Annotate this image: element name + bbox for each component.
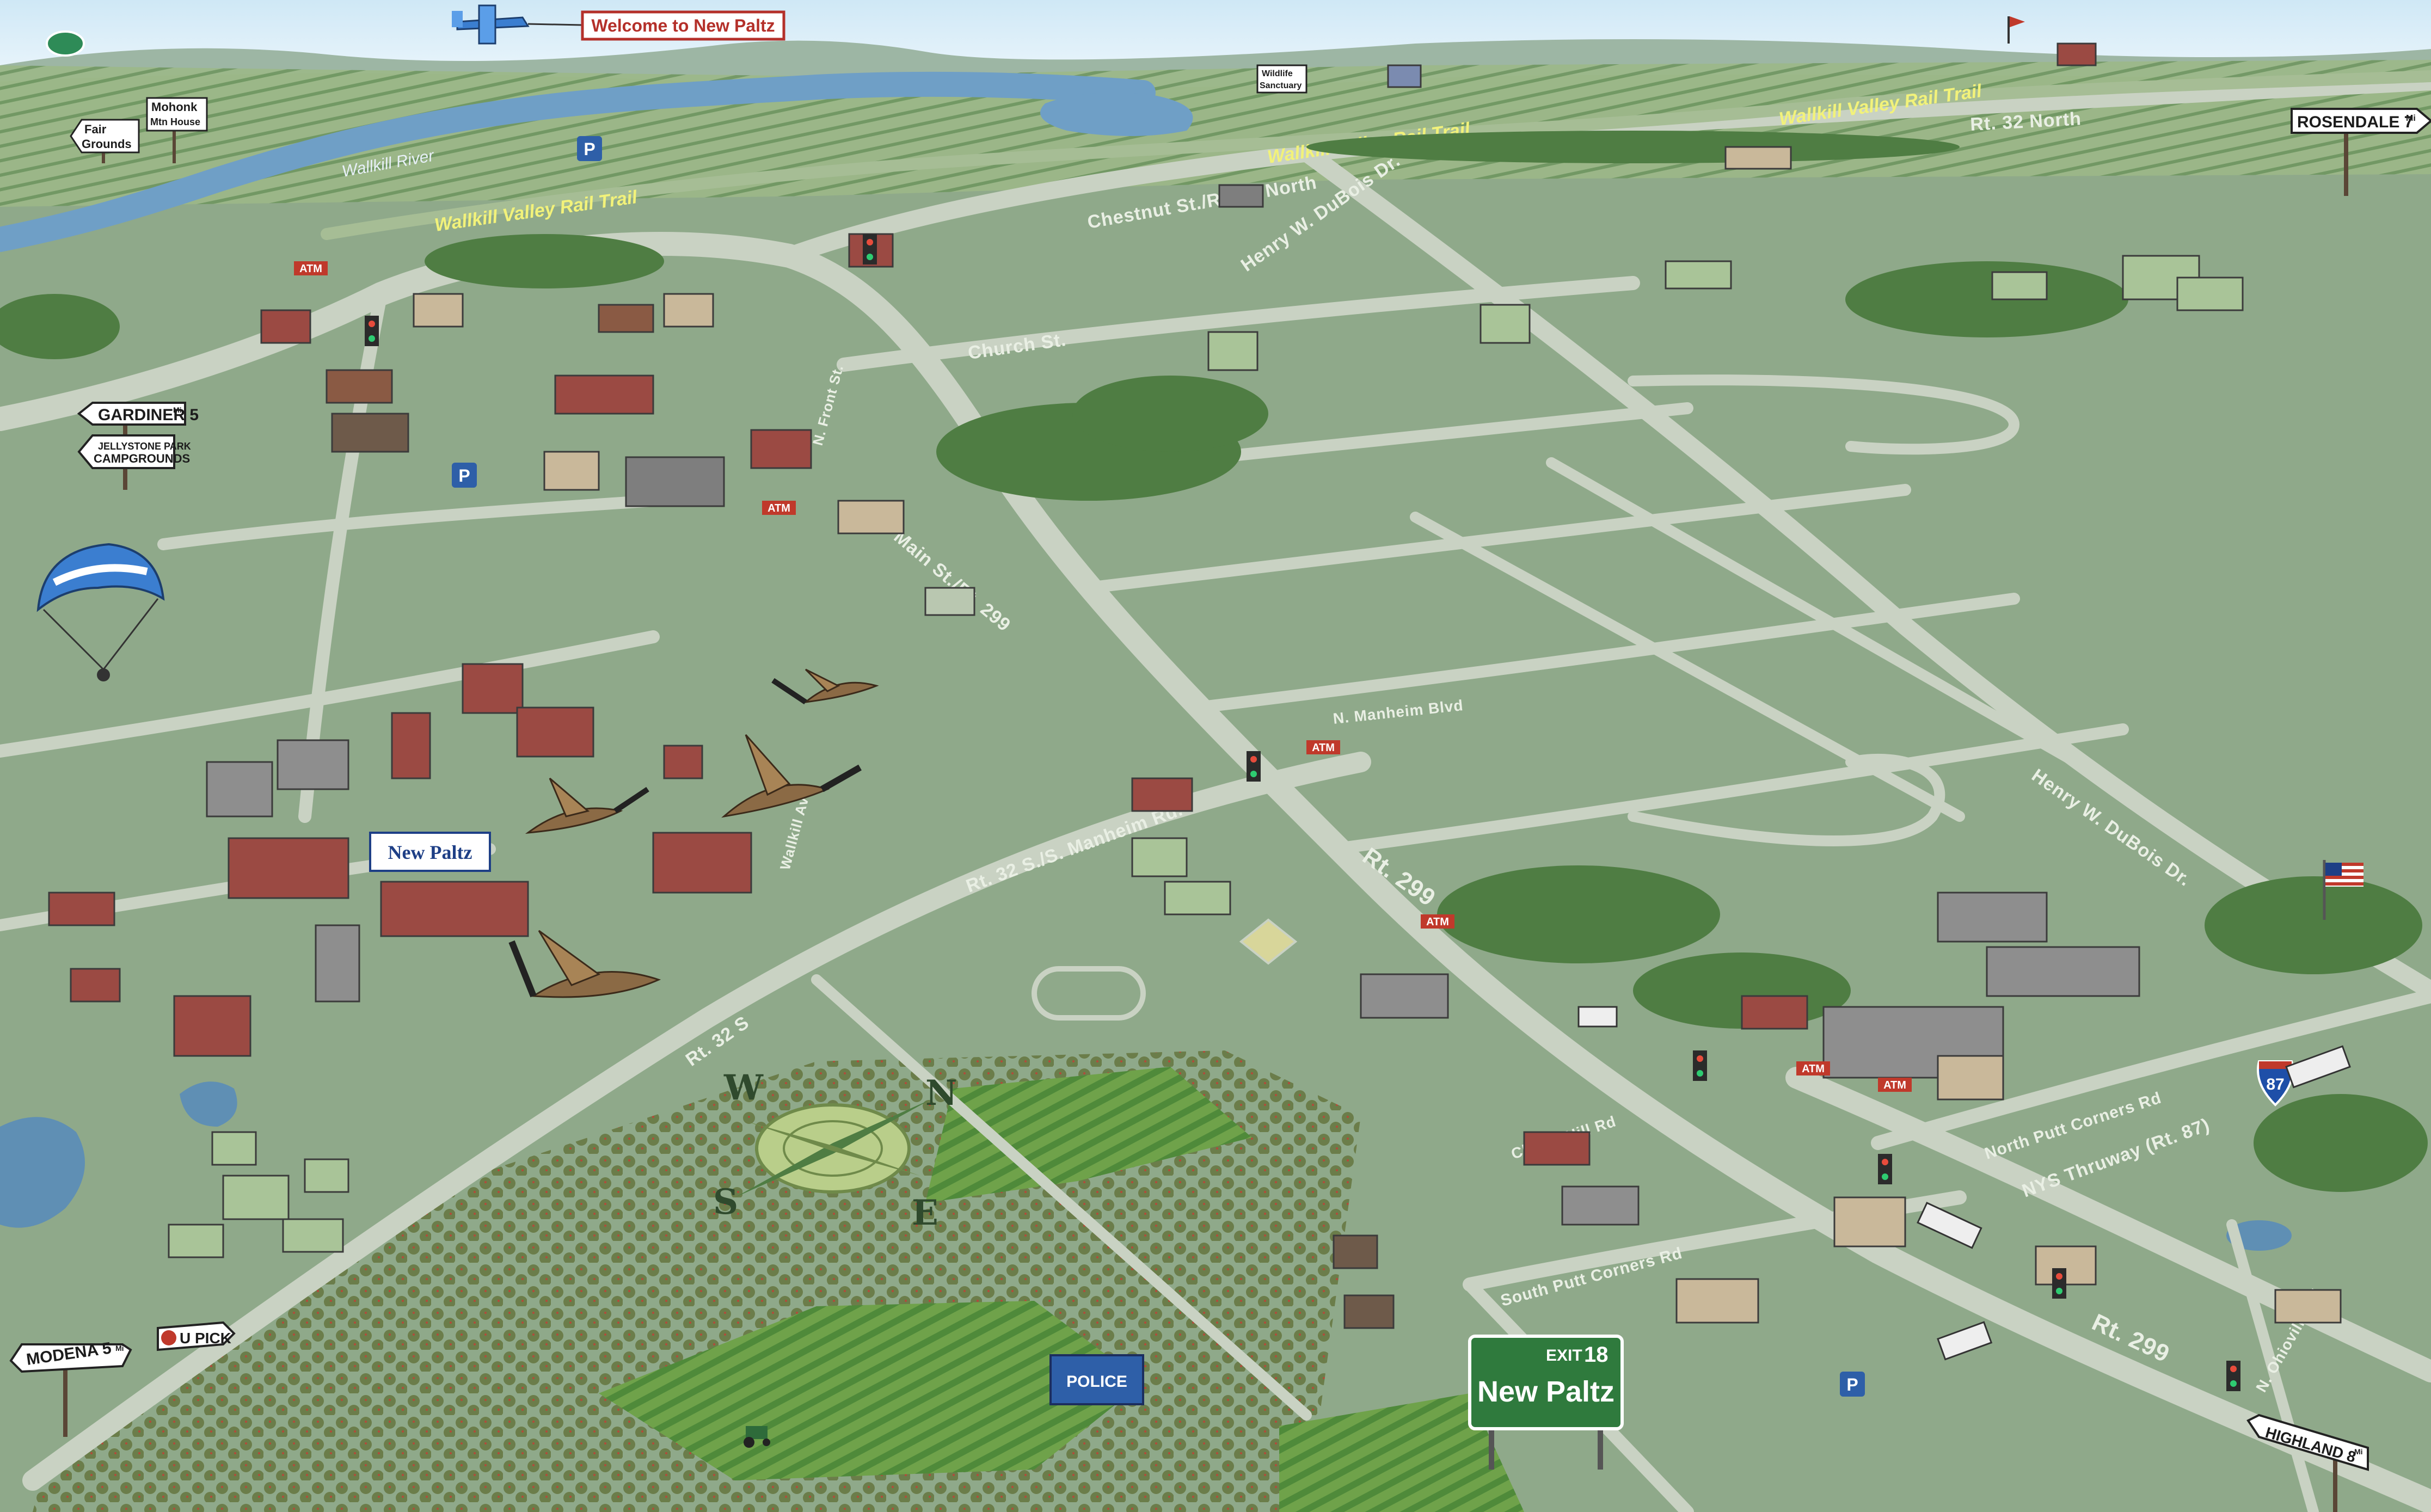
traffic-light-icon	[1878, 1154, 1892, 1184]
svg-text:ATM: ATM	[1312, 742, 1335, 754]
sign-rosendale-unit: Mi	[2406, 114, 2416, 123]
sign-rosendale-text: ROSENDALE 7	[2297, 113, 2413, 131]
atm-icon: ATM	[294, 261, 328, 275]
traffic-light-icon	[2226, 1361, 2240, 1391]
atm-icon: ATM	[1796, 1061, 1830, 1075]
sign-wildlife-line1: Wildlife	[1262, 69, 1293, 78]
sign-mohonk-line2: Mtn House	[150, 116, 200, 127]
svg-text:P: P	[584, 139, 595, 159]
atm-icon: ATM	[1421, 914, 1454, 929]
sign-modena-unit: Mi	[115, 1344, 124, 1353]
atm-icon: ATM	[1878, 1078, 1912, 1092]
svg-text:ATM: ATM	[1426, 916, 1449, 928]
police-station: POLICE	[1049, 1354, 1144, 1405]
svg-text:P: P	[1846, 1375, 1858, 1394]
new-paltz-map: Wallkill Valley Rail Trail Wallkill Vall…	[0, 0, 2431, 1512]
atm-icon: ATM	[1306, 740, 1340, 754]
truck-icon	[1577, 1006, 1618, 1028]
exit-name: New Paltz	[1477, 1375, 1614, 1408]
exit-number: 18	[1584, 1343, 1609, 1367]
welcome-banner-text: Welcome to New Paltz	[591, 16, 775, 35]
traffic-light-icon	[863, 234, 877, 265]
sign-highland-unit: Mi	[2354, 1447, 2363, 1456]
sign-wildlife: Wildlife Sanctuary	[1256, 64, 1307, 94]
college-logo-text: New Paltz	[388, 841, 472, 863]
svg-text:ATM: ATM	[1802, 1063, 1825, 1075]
traffic-light-icon	[365, 316, 379, 346]
parking-icon: P	[577, 136, 602, 161]
welcome-banner: Welcome to New Paltz	[581, 10, 785, 41]
compass-e: E	[912, 1193, 938, 1233]
balloon-icon	[46, 30, 85, 57]
sign-fair-line1: Fair	[84, 122, 107, 136]
traffic-light-icon	[2052, 1268, 2066, 1299]
atm-icon: ATM	[762, 501, 796, 515]
traffic-light-icon	[1247, 751, 1261, 782]
compass-n: N	[925, 1073, 957, 1114]
interstate-number: 87	[2266, 1075, 2284, 1093]
svg-text:P: P	[458, 466, 470, 485]
sign-fair-line2: Grounds	[82, 137, 132, 151]
apple-icon	[161, 1330, 176, 1345]
sign-jellystone-line2: CAMPGROUNDS	[94, 452, 190, 465]
banner-tow-line	[527, 23, 583, 26]
sign-upick: U PICK	[157, 1321, 236, 1351]
sign-gardiner-text: GARDINER 5	[98, 406, 199, 424]
sign-wildlife-line2: Sanctuary	[1260, 81, 1302, 90]
sign-upick-text: U PICK	[180, 1330, 231, 1347]
sign-gardiner-unit: Mi	[173, 405, 182, 414]
sign-mohonk-line1: Mohonk	[151, 100, 198, 114]
exit-label: EXIT	[1546, 1347, 1582, 1365]
compass-w: W	[723, 1067, 764, 1108]
svg-text:ATM: ATM	[768, 502, 790, 514]
college-logo: New Paltz	[369, 832, 491, 872]
police-text: POLICE	[1066, 1373, 1127, 1391]
svg-text:ATM: ATM	[299, 263, 322, 275]
traffic-light-icon	[1693, 1050, 1707, 1081]
sign-jellystone-line1: JELLYSTONE PARK	[98, 441, 191, 452]
compass-s: S	[713, 1182, 738, 1222]
parking-icon: P	[1840, 1372, 1865, 1397]
svg-text:ATM: ATM	[1883, 1079, 1906, 1091]
parking-icon: P	[452, 463, 477, 488]
